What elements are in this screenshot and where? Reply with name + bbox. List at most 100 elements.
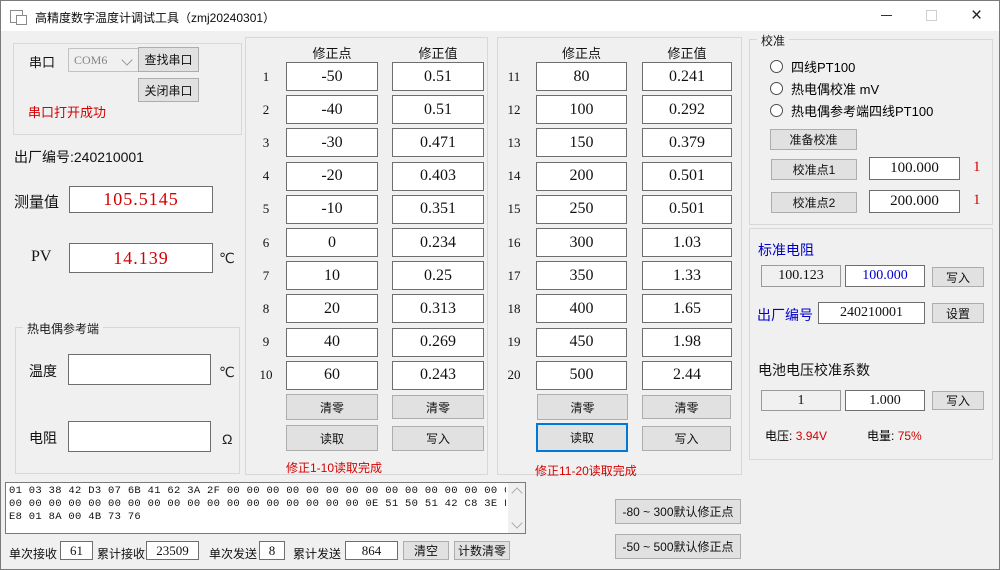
scroll-up-icon[interactable] bbox=[511, 487, 522, 498]
radio-thermocouple-mv[interactable]: 热电偶校准 mV bbox=[770, 80, 879, 96]
maximize-button[interactable] bbox=[909, 1, 954, 30]
factory-number-input[interactable]: 240210001 bbox=[818, 302, 925, 324]
correction-point-input[interactable] bbox=[536, 95, 627, 124]
correction-point-input[interactable] bbox=[286, 294, 378, 323]
calibration-point2-value[interactable]: 200.000 bbox=[869, 190, 960, 213]
read-button[interactable]: 读取 bbox=[286, 425, 378, 451]
read-button[interactable]: 读取 bbox=[536, 423, 628, 452]
correction-point-input[interactable] bbox=[286, 361, 378, 390]
correction-value-input[interactable] bbox=[642, 361, 732, 390]
reset-counters-button[interactable]: 计数清零 bbox=[454, 541, 510, 560]
correction-point-input[interactable] bbox=[536, 228, 627, 257]
hex-log-box[interactable]: 01 03 38 42 D3 07 6B 41 62 3A 2F 00 00 0… bbox=[5, 482, 526, 534]
row-number: 18 bbox=[498, 301, 530, 317]
standard-resistance-input[interactable]: 100.000 bbox=[845, 265, 925, 287]
close-button[interactable]: × bbox=[954, 1, 999, 30]
resistance-input[interactable] bbox=[68, 421, 211, 452]
battery-level-value: 75% bbox=[898, 429, 922, 443]
battery-coefficient-current: 1 bbox=[761, 390, 841, 411]
calibration-point1-button[interactable]: 校准点1 bbox=[771, 159, 857, 180]
measure-label: 测量值 bbox=[14, 191, 59, 212]
close-port-button[interactable]: 关闭串口 bbox=[138, 78, 199, 102]
calibration-point1-value[interactable]: 100.000 bbox=[869, 157, 960, 180]
pv-value-box[interactable]: 14.139 bbox=[69, 243, 213, 273]
correction-value-input[interactable] bbox=[642, 228, 732, 257]
correction-point-input[interactable] bbox=[286, 261, 378, 290]
radio-icon bbox=[770, 60, 783, 73]
clear-points-button[interactable]: 清零 bbox=[537, 394, 628, 420]
hex-log-scrollbar[interactable] bbox=[508, 483, 525, 533]
correction-point-input[interactable] bbox=[536, 195, 627, 224]
clear-points-button[interactable]: 清零 bbox=[286, 394, 378, 420]
default-points-neg80-300-button[interactable]: -80 ~ 300默认修正点 bbox=[615, 499, 741, 524]
correction-value-input[interactable] bbox=[392, 228, 484, 257]
table-row: 17 bbox=[498, 259, 741, 292]
tx-count-box[interactable]: 8 bbox=[259, 541, 285, 560]
clear-log-button[interactable]: 清空 bbox=[403, 541, 449, 560]
title-bar: 高精度数字温度计调试工具（zmj20240301） × bbox=[1, 1, 999, 31]
write-button[interactable]: 写入 bbox=[642, 426, 731, 451]
table-row: 2 bbox=[246, 93, 487, 126]
hex-log-text: 01 03 38 42 D3 07 6B 41 62 3A 2F 00 00 0… bbox=[9, 485, 506, 531]
correction-value-input[interactable] bbox=[642, 62, 732, 91]
correction-point-input[interactable] bbox=[286, 62, 378, 91]
temperature-unit: ℃ bbox=[219, 364, 235, 381]
clear-values-button[interactable]: 清零 bbox=[392, 395, 484, 419]
correction-value-input[interactable] bbox=[392, 95, 484, 124]
tx-total-box[interactable]: 864 bbox=[345, 541, 398, 560]
correction-value-input[interactable] bbox=[642, 128, 732, 157]
correction-value-input[interactable] bbox=[392, 162, 484, 191]
default-points-neg50-500-button[interactable]: -50 ~ 500默认修正点 bbox=[615, 534, 741, 559]
correction-value-input[interactable] bbox=[642, 328, 732, 357]
rx-count-box[interactable]: 61 bbox=[60, 541, 93, 560]
measure-value-box[interactable]: 105.5145 bbox=[69, 186, 213, 213]
correction-value-input[interactable] bbox=[642, 95, 732, 124]
temperature-input[interactable] bbox=[68, 354, 211, 385]
correction-value-input[interactable] bbox=[642, 195, 732, 224]
rx-total-box[interactable]: 23509 bbox=[146, 541, 199, 560]
correction-point-input[interactable] bbox=[286, 128, 378, 157]
correction-point-input[interactable] bbox=[536, 361, 627, 390]
table-row: 7 bbox=[246, 259, 487, 292]
factory-number-set-button[interactable]: 设置 bbox=[932, 303, 984, 323]
correction-point-input[interactable] bbox=[536, 328, 627, 357]
correction-point-input[interactable] bbox=[536, 294, 627, 323]
correction-value-input[interactable] bbox=[392, 261, 484, 290]
correction-point-input[interactable] bbox=[536, 62, 627, 91]
clear-values-button[interactable]: 清零 bbox=[642, 395, 731, 419]
scroll-down-icon[interactable] bbox=[511, 517, 522, 528]
calibration-point2-button[interactable]: 校准点2 bbox=[771, 192, 857, 213]
write-button[interactable]: 写入 bbox=[392, 426, 484, 451]
radio-tc-ref-4wire-pt100[interactable]: 热电偶参考端四线PT100 bbox=[770, 102, 933, 118]
correction-point-input[interactable] bbox=[286, 228, 378, 257]
prepare-calibration-button[interactable]: 准备校准 bbox=[770, 129, 857, 150]
correction-value-input[interactable] bbox=[392, 128, 484, 157]
row-number: 8 bbox=[246, 301, 286, 317]
correction-point-input[interactable] bbox=[536, 128, 627, 157]
correction-value-input[interactable] bbox=[392, 361, 484, 390]
correction-point-input[interactable] bbox=[286, 328, 378, 357]
settings-group: 标准电阻 100.123 100.000 写入 出厂编号 240210001 设… bbox=[749, 228, 993, 460]
correction-point-input[interactable] bbox=[286, 95, 378, 124]
correction-point-input[interactable] bbox=[286, 162, 378, 191]
table-row: 4 bbox=[246, 160, 487, 193]
find-port-button[interactable]: 查找串口 bbox=[138, 47, 199, 72]
correction-value-input[interactable] bbox=[392, 294, 484, 323]
correction-value-input[interactable] bbox=[642, 162, 732, 191]
correction-point-input[interactable] bbox=[286, 195, 378, 224]
correction-value-input[interactable] bbox=[642, 294, 732, 323]
correction-value-input[interactable] bbox=[392, 195, 484, 224]
standard-resistance-write-button[interactable]: 写入 bbox=[932, 267, 984, 287]
correction-point-input[interactable] bbox=[536, 261, 627, 290]
correction-value-input[interactable] bbox=[642, 261, 732, 290]
correction-value-input[interactable] bbox=[392, 62, 484, 91]
com-port-select[interactable]: COM6 bbox=[68, 48, 141, 72]
correction-point-input[interactable] bbox=[536, 162, 627, 191]
table-row: 8 bbox=[246, 292, 487, 325]
minimize-button[interactable] bbox=[864, 1, 909, 30]
calibration-point1-flag: 1 bbox=[973, 159, 981, 176]
correction-value-input[interactable] bbox=[392, 328, 484, 357]
battery-coefficient-write-button[interactable]: 写入 bbox=[932, 391, 984, 410]
battery-coefficient-input[interactable]: 1.000 bbox=[845, 390, 925, 411]
radio-4wire-pt100[interactable]: 四线PT100 bbox=[770, 58, 855, 74]
